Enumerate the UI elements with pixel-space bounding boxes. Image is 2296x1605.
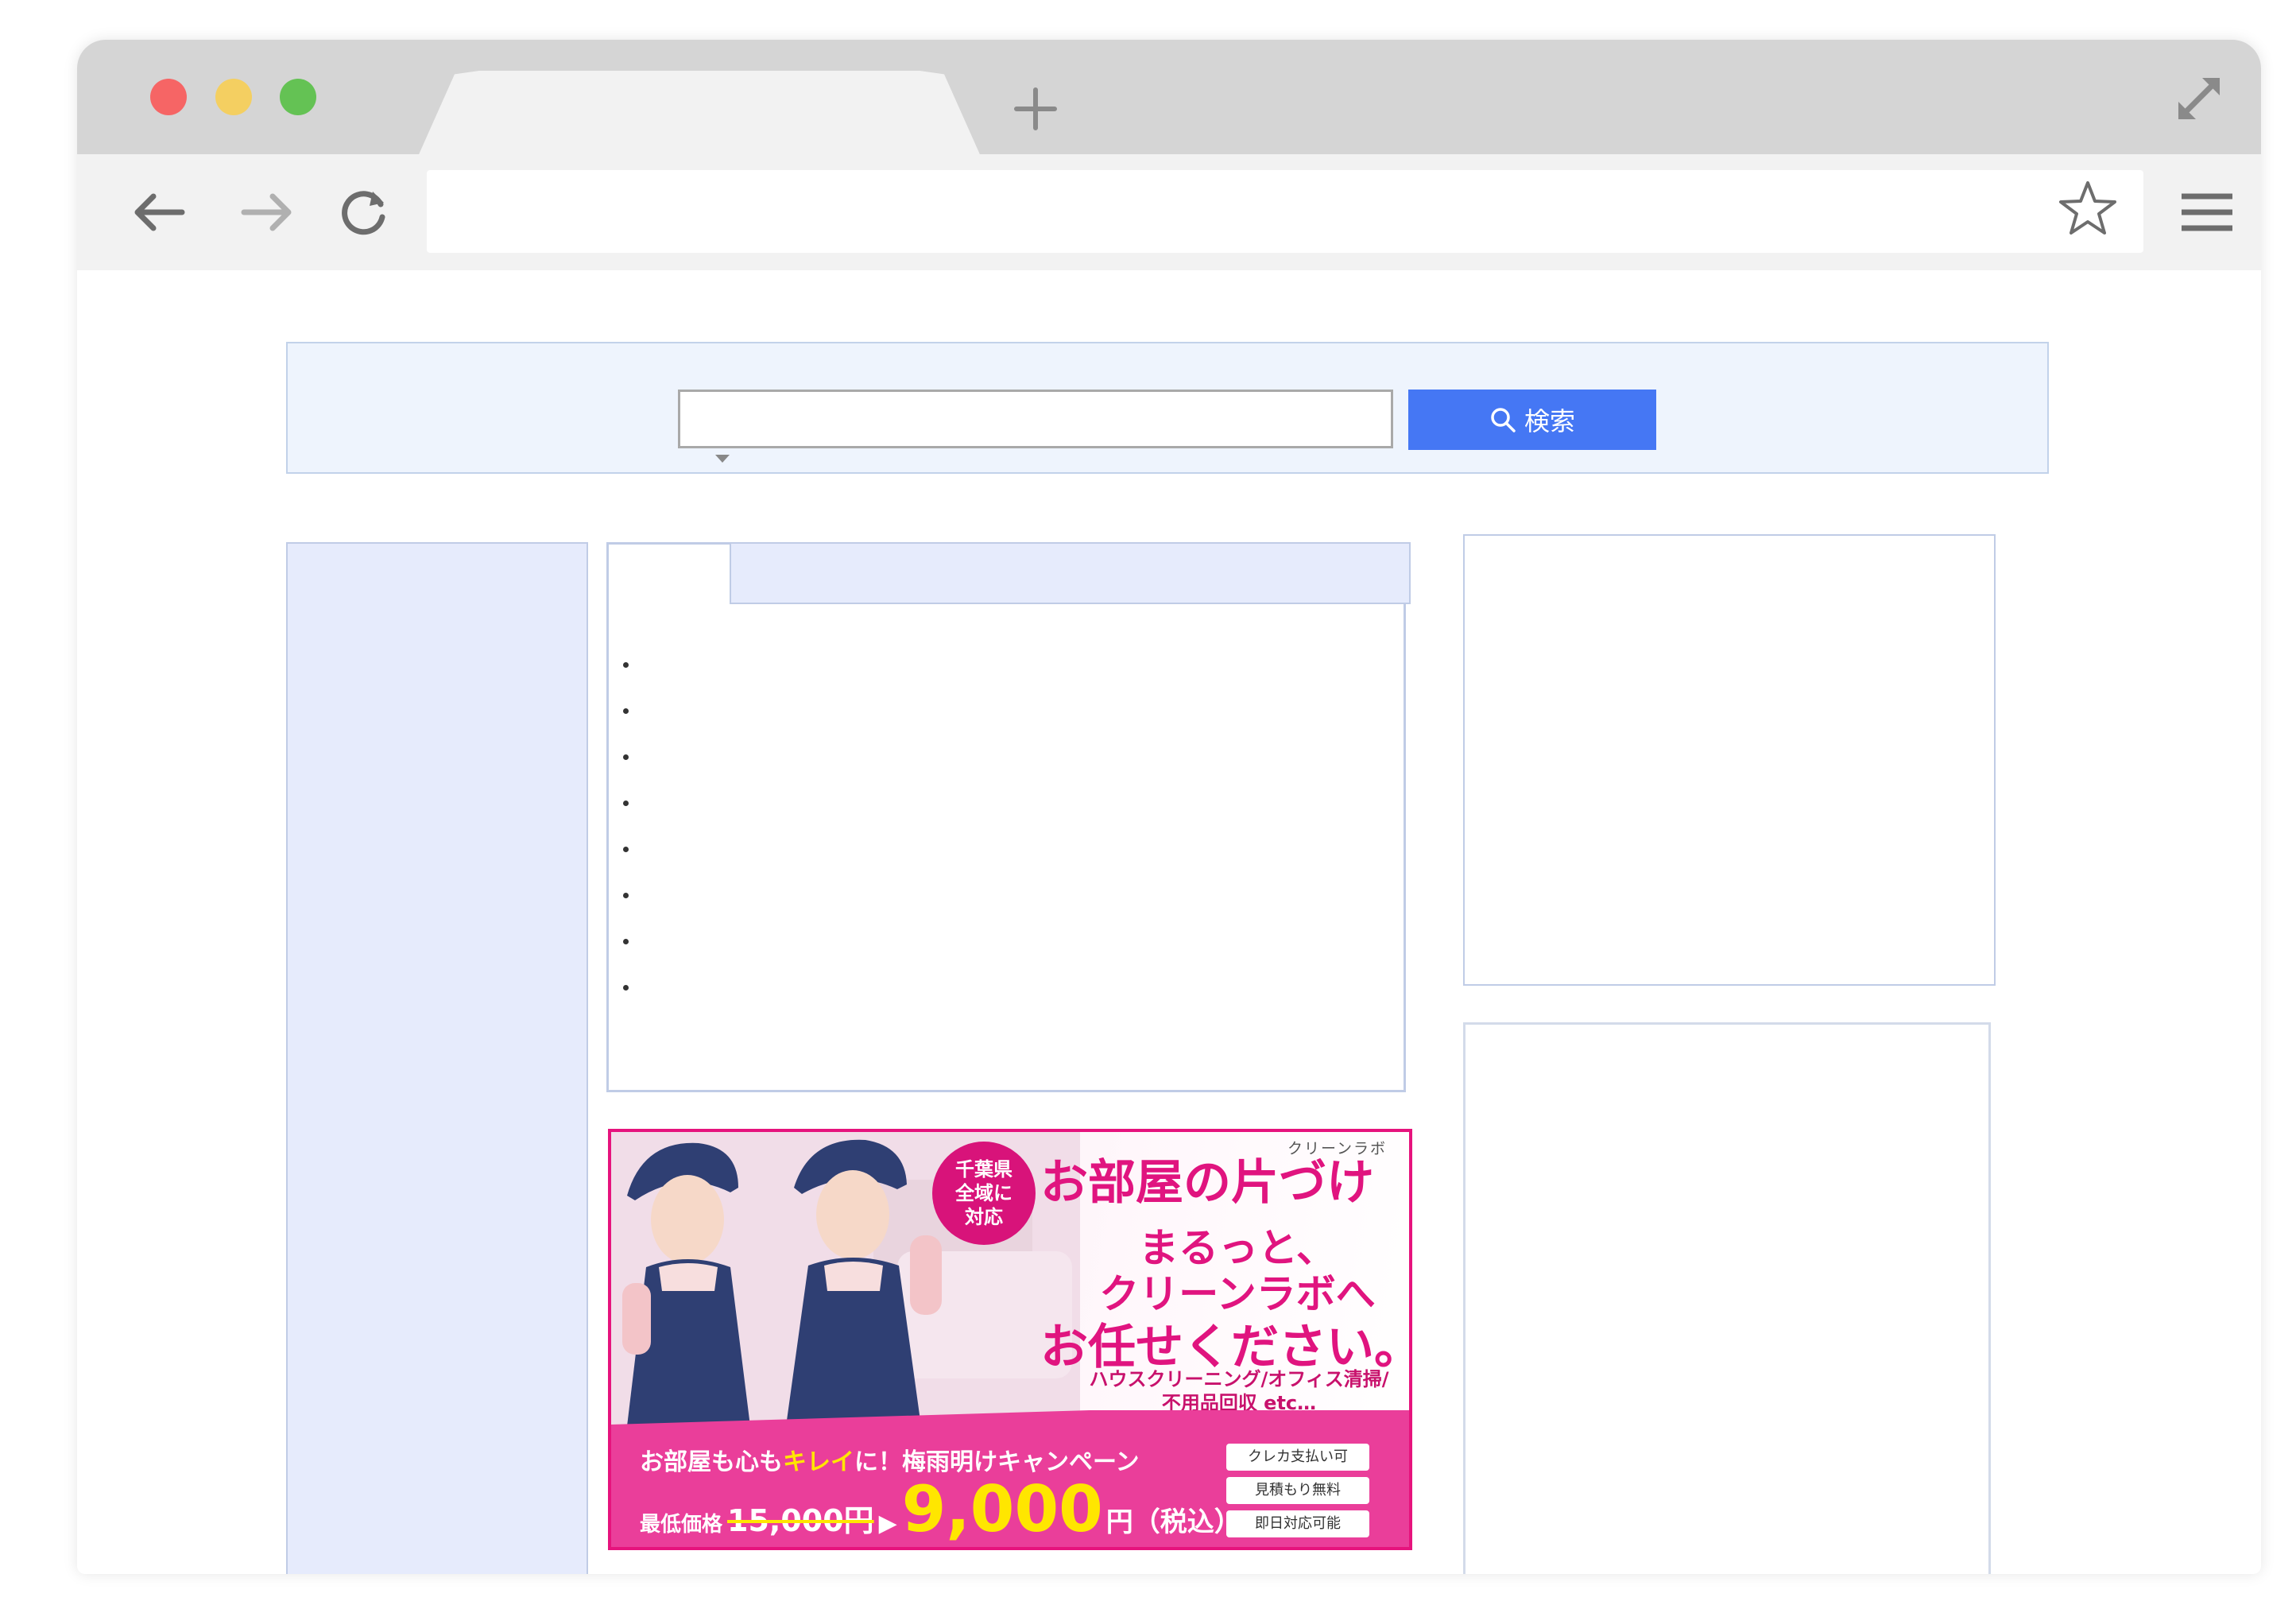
news-list — [623, 661, 645, 1029]
news-item[interactable] — [623, 937, 645, 983]
ad-banner[interactable]: クリーンラボ 千葉県 全域に 対応 お部屋の片づけ まるっと、 クリーンラボへ … — [608, 1129, 1412, 1550]
close-window-button[interactable] — [150, 79, 187, 115]
ad-pill: クレカ支払い可 — [1226, 1444, 1369, 1471]
bookmark-button[interactable] — [2056, 176, 2120, 240]
ad-campaign-text: お部屋も心も — [640, 1448, 783, 1476]
search-button-label: 検索 — [1524, 406, 1575, 436]
arrow-left-icon — [134, 193, 185, 231]
news-item[interactable] — [623, 753, 645, 799]
ad-badge-line: 全域に — [955, 1182, 1012, 1204]
ad-area-badge: 千葉県 全域に 対応 — [932, 1142, 1036, 1245]
news-item[interactable] — [623, 845, 645, 891]
search-panel: 検索 — [286, 342, 2049, 474]
ad-campaign-highlight: キレイ — [783, 1448, 854, 1476]
menu-button[interactable] — [2175, 180, 2239, 244]
news-tab-header[interactable] — [730, 542, 1411, 604]
hamburger-icon — [2182, 193, 2232, 231]
active-tab[interactable] — [417, 71, 982, 157]
zoom-window-button[interactable] — [280, 79, 316, 115]
search-options-caret-icon[interactable] — [715, 455, 730, 463]
left-sidebar — [286, 542, 588, 1574]
play-triangle-icon: ▶ — [878, 1510, 897, 1537]
reload-icon — [342, 191, 385, 235]
reload-button[interactable] — [331, 180, 395, 244]
tab-bar — [77, 40, 2261, 157]
ad-badge-line: 千葉県 — [955, 1158, 1012, 1180]
right-bottom-box — [1463, 1022, 1991, 1574]
back-button[interactable] — [126, 180, 190, 244]
expand-icon — [2178, 78, 2220, 119]
toolbar — [77, 154, 2261, 270]
ad-services: ハウスクリーニング/オフィス清掃/ 不用品回収 etc… — [1072, 1367, 1406, 1415]
address-bar[interactable] — [427, 170, 2143, 253]
news-item[interactable] — [623, 661, 645, 707]
news-item[interactable] — [623, 983, 645, 1029]
ad-price: 最低価格 15,000円 ▶ 9,000 円（税込） — [640, 1472, 1241, 1546]
star-icon — [2059, 181, 2116, 235]
right-top-box — [1463, 534, 1996, 986]
news-item[interactable] — [623, 891, 645, 937]
search-input[interactable] — [678, 390, 1393, 448]
ad-feature-pills: クレカ支払い可 見積もり無料 即日対応可能 — [1226, 1444, 1369, 1544]
plus-icon — [1014, 87, 1057, 130]
ad-service-line: ハウスクリーニング/オフィス清掃/ — [1089, 1368, 1389, 1390]
ad-new-price: 9,000 — [901, 1472, 1103, 1546]
forward-button[interactable] — [236, 180, 300, 244]
news-item[interactable] — [623, 707, 645, 753]
ad-badge-line: 対応 — [965, 1206, 1003, 1228]
news-item[interactable] — [623, 799, 645, 845]
search-icon — [1491, 408, 1516, 432]
ad-pill: 即日対応可能 — [1226, 1510, 1369, 1537]
ad-price-suffix: 円（税込） — [1105, 1506, 1241, 1538]
ad-old-price: 15,000円 — [727, 1503, 874, 1538]
minimize-window-button[interactable] — [215, 79, 252, 115]
search-button[interactable]: 検索 — [1408, 390, 1656, 450]
fullscreen-button[interactable] — [2167, 67, 2231, 130]
ad-price-label: 最低価格 — [640, 1513, 723, 1537]
arrow-right-icon — [241, 193, 292, 231]
browser-window: 検索 クリーンラボ 千葉県 全域に 対応 お部屋の片づけ まるっと、 クリーンラ… — [77, 40, 2261, 1574]
news-box — [606, 542, 1411, 1092]
new-tab-button[interactable] — [1012, 84, 1059, 142]
ad-pill: 見積もり無料 — [1226, 1477, 1369, 1504]
ad-headline: お部屋の片づけ — [1040, 1155, 1374, 1211]
